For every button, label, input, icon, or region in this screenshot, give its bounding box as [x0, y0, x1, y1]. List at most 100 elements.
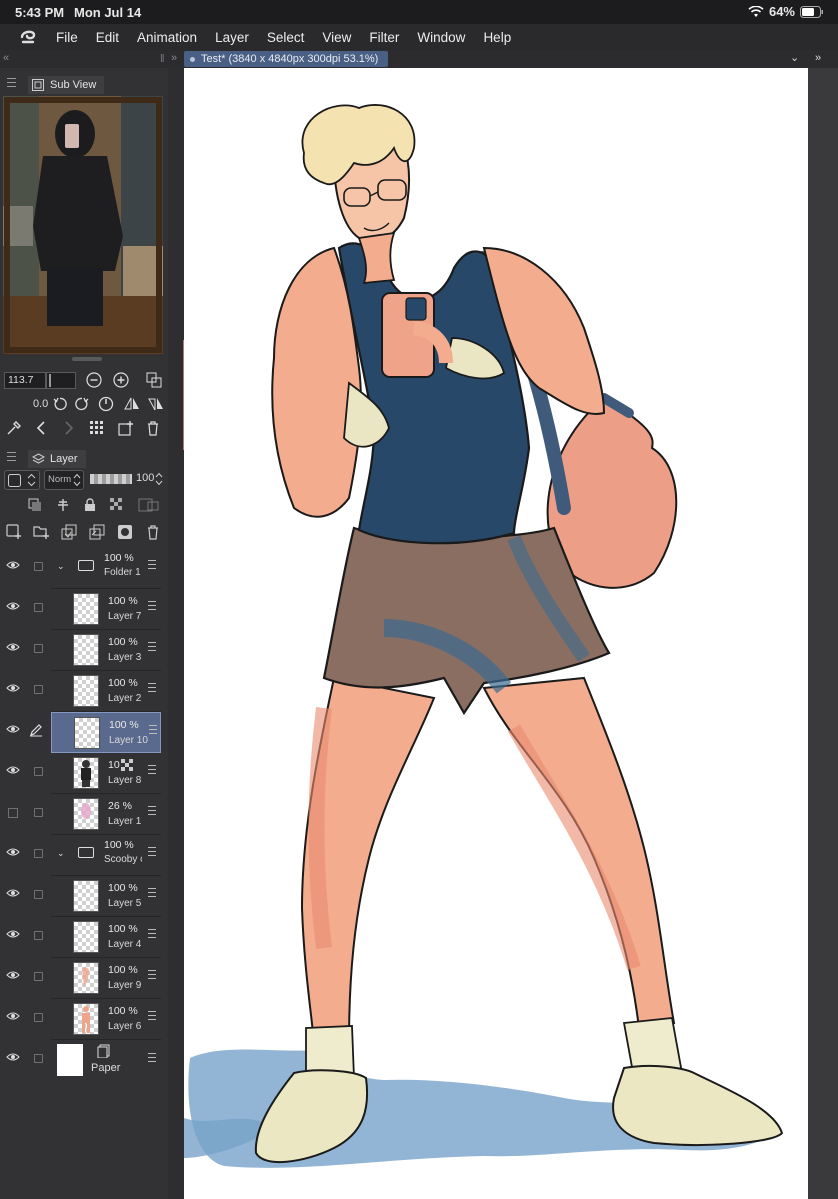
opacity-slider[interactable] — [90, 474, 132, 484]
layer-drag-handle-icon[interactable] — [149, 725, 157, 737]
subview-menu-icon[interactable] — [7, 78, 16, 90]
zoom-out-icon[interactable] — [86, 372, 102, 388]
menu-help[interactable]: Help — [483, 30, 511, 45]
subview-reference-image[interactable] — [3, 96, 163, 354]
layer-checkbox[interactable] — [34, 603, 43, 612]
layer-drag-handle-icon[interactable] — [148, 970, 156, 982]
layer-row-folder-scooby[interactable]: ⌄ 100 % Scooby c — [0, 835, 168, 876]
layer-row-layer-10[interactable]: 100 % Layer 10 — [0, 712, 168, 753]
folder-expand-chevron-icon[interactable]: ⌄ — [57, 848, 65, 859]
layer-checkbox[interactable] — [34, 767, 43, 776]
menu-animation[interactable]: Animation — [137, 30, 197, 45]
lock-transparency-icon[interactable] — [110, 498, 124, 512]
visibility-off-box[interactable] — [8, 808, 18, 818]
import-image-icon[interactable] — [118, 420, 134, 436]
canvas-area[interactable] — [184, 68, 838, 1199]
layer-row-layer-4[interactable]: 100 % Layer 4 — [0, 917, 168, 958]
layer-row-layer-6[interactable]: 100 % Layer 6 — [0, 999, 168, 1040]
layer-drag-handle-icon[interactable] — [148, 642, 156, 654]
visibility-eye-icon[interactable] — [6, 765, 20, 775]
layer-checkbox[interactable] — [34, 972, 43, 981]
layer-drag-handle-icon[interactable] — [148, 888, 156, 900]
next-image-icon[interactable] — [62, 420, 76, 436]
layer-tab[interactable]: Layer — [28, 450, 86, 468]
layer-row-paper[interactable]: Paper — [0, 1040, 168, 1082]
menu-view[interactable]: View — [322, 30, 351, 45]
app-logo-icon[interactable] — [0, 28, 56, 46]
zoom-in-icon[interactable] — [113, 372, 129, 388]
layer-row-layer-2[interactable]: 100 % Layer 2 — [0, 671, 168, 712]
layer-drag-handle-icon[interactable] — [148, 683, 156, 695]
canvas-paper[interactable] — [184, 68, 808, 1199]
visibility-eye-icon[interactable] — [6, 601, 20, 611]
visibility-eye-icon[interactable] — [6, 560, 20, 570]
layer-checkbox[interactable] — [34, 1054, 43, 1063]
opacity-value[interactable]: 100 — [136, 472, 154, 484]
layer-row-layer-1[interactable]: 26 % Layer 1 — [0, 794, 168, 835]
rotate-right-icon[interactable] — [74, 396, 90, 412]
expand-right-icon[interactable]: » — [171, 52, 177, 64]
layer-row-layer-5[interactable]: 100 % Layer 5 — [0, 876, 168, 917]
eyedropper-icon[interactable] — [6, 420, 22, 436]
visibility-eye-icon[interactable] — [6, 970, 20, 980]
previous-image-icon[interactable] — [34, 420, 48, 436]
subview-zoom-input[interactable]: 113.7 — [4, 372, 46, 389]
subview-tab[interactable]: Sub View — [28, 76, 105, 94]
new-raster-layer-icon[interactable] — [6, 524, 22, 540]
subview-rotation-value[interactable]: 0.0 — [33, 398, 48, 410]
blend-mode-select[interactable]: Norm — [44, 470, 84, 490]
mask-toggle-icon[interactable] — [138, 498, 160, 512]
layer-row-folder-1[interactable]: ⌄ 100 % Folder 1 — [0, 548, 168, 589]
menu-layer[interactable]: Layer — [215, 30, 249, 45]
layer-drag-handle-icon[interactable] — [148, 1053, 156, 1062]
visibility-eye-icon[interactable] — [6, 1052, 20, 1062]
visibility-eye-icon[interactable] — [6, 929, 20, 939]
layer-row-layer-3[interactable]: 100 % Layer 3 — [0, 630, 168, 671]
menu-window[interactable]: Window — [417, 30, 465, 45]
flip-vertical-icon[interactable] — [148, 396, 164, 412]
visibility-eye-icon[interactable] — [6, 847, 20, 857]
menu-select[interactable]: Select — [267, 30, 305, 45]
layer-drag-handle-icon[interactable] — [148, 847, 156, 859]
flip-horizontal-icon[interactable] — [124, 396, 140, 412]
layer-row-layer-9[interactable]: 100 % Layer 9 — [0, 958, 168, 999]
subview-scroll-handle[interactable] — [72, 357, 102, 361]
menu-edit[interactable]: Edit — [96, 30, 119, 45]
new-folder-icon[interactable] — [33, 524, 50, 540]
layer-checkbox[interactable] — [34, 890, 43, 899]
layer-checkbox[interactable] — [34, 931, 43, 940]
collapse-right-icon[interactable]: » — [815, 52, 821, 64]
layer-checkbox[interactable] — [34, 562, 43, 571]
layer-drag-handle-icon[interactable] — [148, 806, 156, 818]
collapse-left-icon[interactable]: « — [3, 52, 9, 64]
layer-drag-handle-icon[interactable] — [148, 929, 156, 941]
layer-drag-handle-icon[interactable] — [148, 560, 156, 572]
merge-down-icon[interactable] — [89, 524, 105, 540]
delete-image-icon[interactable] — [146, 420, 160, 436]
layer-drag-handle-icon[interactable] — [148, 1011, 156, 1023]
document-tab[interactable]: Test* (3840 x 4840px 300dpi 53.1%) — [184, 51, 388, 67]
layer-panel-menu-icon[interactable] — [7, 452, 16, 464]
visibility-eye-icon[interactable] — [6, 683, 20, 693]
visibility-eye-icon[interactable] — [6, 724, 20, 734]
layer-checkbox[interactable] — [34, 644, 43, 653]
chevron-down-icon[interactable]: ⌄ — [790, 51, 799, 64]
clip-layer-icon[interactable] — [28, 498, 42, 512]
subview-zoom-slider[interactable] — [46, 372, 76, 389]
layer-checkbox[interactable] — [34, 849, 43, 858]
grid-view-icon[interactable] — [90, 421, 104, 435]
layer-type-selector[interactable] — [4, 470, 40, 490]
layer-drag-handle-icon[interactable] — [148, 765, 156, 777]
layer-row-layer-7[interactable]: 100 % Layer 7 — [0, 589, 168, 630]
menu-file[interactable]: File — [56, 30, 78, 45]
fit-view-icon[interactable] — [146, 372, 162, 388]
layer-drag-handle-icon[interactable] — [148, 601, 156, 613]
layer-checkbox[interactable] — [34, 1013, 43, 1022]
visibility-eye-icon[interactable] — [6, 642, 20, 652]
visibility-eye-icon[interactable] — [6, 888, 20, 898]
rotate-left-icon[interactable] — [52, 396, 68, 412]
panel-divider-icon[interactable]: ‖ — [160, 53, 165, 65]
visibility-eye-icon[interactable] — [6, 1011, 20, 1021]
transfer-down-icon[interactable] — [61, 524, 77, 540]
menu-filter[interactable]: Filter — [369, 30, 399, 45]
